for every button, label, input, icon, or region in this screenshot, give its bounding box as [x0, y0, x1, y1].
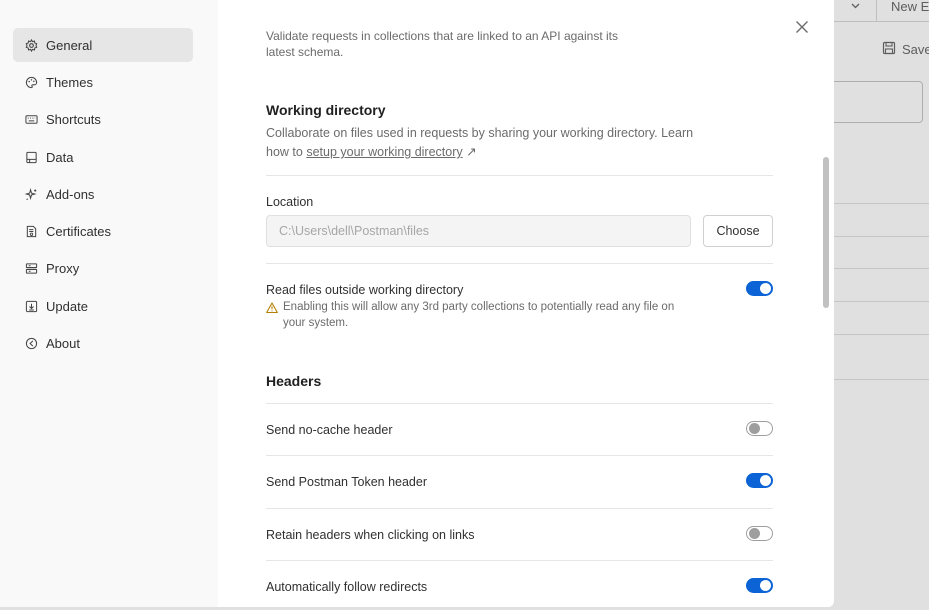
location-value: C:\Users\dell\Postman\files: [279, 224, 430, 238]
sidebar-item-label: Data: [46, 149, 74, 165]
warning-message: Enabling this will allow any 3rd party c…: [266, 299, 706, 331]
palette-icon: [25, 76, 38, 89]
description-line: how to setup your working directory ↗: [266, 143, 736, 162]
toggle-knob: [760, 580, 771, 591]
gear-icon: [25, 38, 38, 52]
settings-sidebar: General Themes Shortcuts Data Add-ons Ce…: [0, 0, 218, 607]
close-icon: [796, 21, 808, 33]
warning-line: your system.: [283, 317, 349, 329]
sidebar-item-label: General: [46, 37, 93, 53]
keyboard-icon: [25, 113, 38, 126]
follow-redirects-label: Automatically follow redirects: [266, 580, 428, 594]
proxy-icon: [25, 262, 38, 275]
location-label: Location: [266, 195, 314, 209]
sidebar-item-shortcuts[interactable]: Shortcuts: [13, 102, 193, 136]
read-outside-toggle[interactable]: [746, 281, 773, 296]
follow-redirects-toggle[interactable]: [746, 578, 773, 593]
divider: [266, 508, 773, 509]
download-icon: [25, 300, 38, 313]
api-validation-description: Validate requests in collections that ar…: [266, 28, 686, 60]
settings-modal: General Themes Shortcuts Data Add-ons Ce…: [0, 0, 834, 607]
sidebar-item-certificates[interactable]: Certificates: [13, 214, 193, 248]
working-directory-description: Collaborate on files used in requests by…: [266, 124, 736, 162]
about-icon: [25, 337, 38, 350]
description-line: latest schema.: [266, 45, 344, 59]
read-outside-label: Read files outside working directory: [266, 283, 464, 297]
send-no-cache-label: Send no-cache header: [266, 423, 393, 437]
sidebar-item-label: Shortcuts: [46, 111, 101, 127]
sidebar-item-label: Certificates: [46, 223, 112, 239]
sparkle-icon: [25, 187, 38, 201]
working-directory-title: Working directory: [266, 102, 386, 118]
sidebar-item-label: About: [46, 335, 80, 351]
setup-working-directory-link[interactable]: setup your working directory: [306, 145, 462, 159]
sidebar-item-about[interactable]: About: [13, 326, 193, 360]
description-prefix: how to: [266, 145, 307, 159]
warning-line: Enabling this will allow any 3rd party c…: [283, 301, 675, 313]
close-button[interactable]: [792, 17, 812, 37]
divider: [266, 455, 773, 456]
sidebar-item-update[interactable]: Update: [13, 289, 193, 323]
data-icon: [25, 151, 38, 164]
toggle-knob: [760, 283, 771, 294]
divider: [266, 403, 773, 404]
send-postman-token-label: Send Postman Token header: [266, 475, 427, 489]
external-link-icon: ↗: [466, 145, 477, 159]
sidebar-item-add-ons[interactable]: Add-ons: [13, 177, 193, 211]
divider: [266, 560, 773, 561]
retain-headers-label: Retain headers when clicking on links: [266, 528, 475, 542]
choose-button[interactable]: Choose: [703, 215, 773, 247]
divider: [266, 175, 773, 176]
retain-headers-toggle[interactable]: [746, 526, 773, 541]
sidebar-item-label: Proxy: [46, 260, 80, 276]
certificate-icon: [25, 225, 38, 238]
description-line: Validate requests in collections that ar…: [266, 29, 618, 43]
send-no-cache-toggle[interactable]: [746, 421, 773, 436]
description-line: Collaborate on files used in requests by…: [266, 126, 694, 140]
scrollbar-thumb[interactable]: [823, 157, 829, 308]
location-input[interactable]: C:\Users\dell\Postman\files: [266, 215, 691, 247]
sidebar-item-label: Add-ons: [46, 186, 95, 202]
toggle-knob: [749, 528, 760, 539]
sidebar-item-general[interactable]: General: [13, 28, 193, 62]
warning-icon: [266, 301, 278, 314]
sidebar-item-themes[interactable]: Themes: [13, 65, 193, 99]
sidebar-item-label: Themes: [46, 74, 93, 90]
headers-title: Headers: [266, 373, 322, 389]
sidebar-item-data[interactable]: Data: [13, 140, 193, 174]
send-postman-token-toggle[interactable]: [746, 473, 773, 488]
sidebar-item-label: Update: [46, 298, 88, 314]
toggle-knob: [749, 423, 760, 434]
toggle-knob: [760, 475, 771, 486]
sidebar-item-proxy[interactable]: Proxy: [13, 251, 193, 285]
divider: [266, 263, 773, 264]
